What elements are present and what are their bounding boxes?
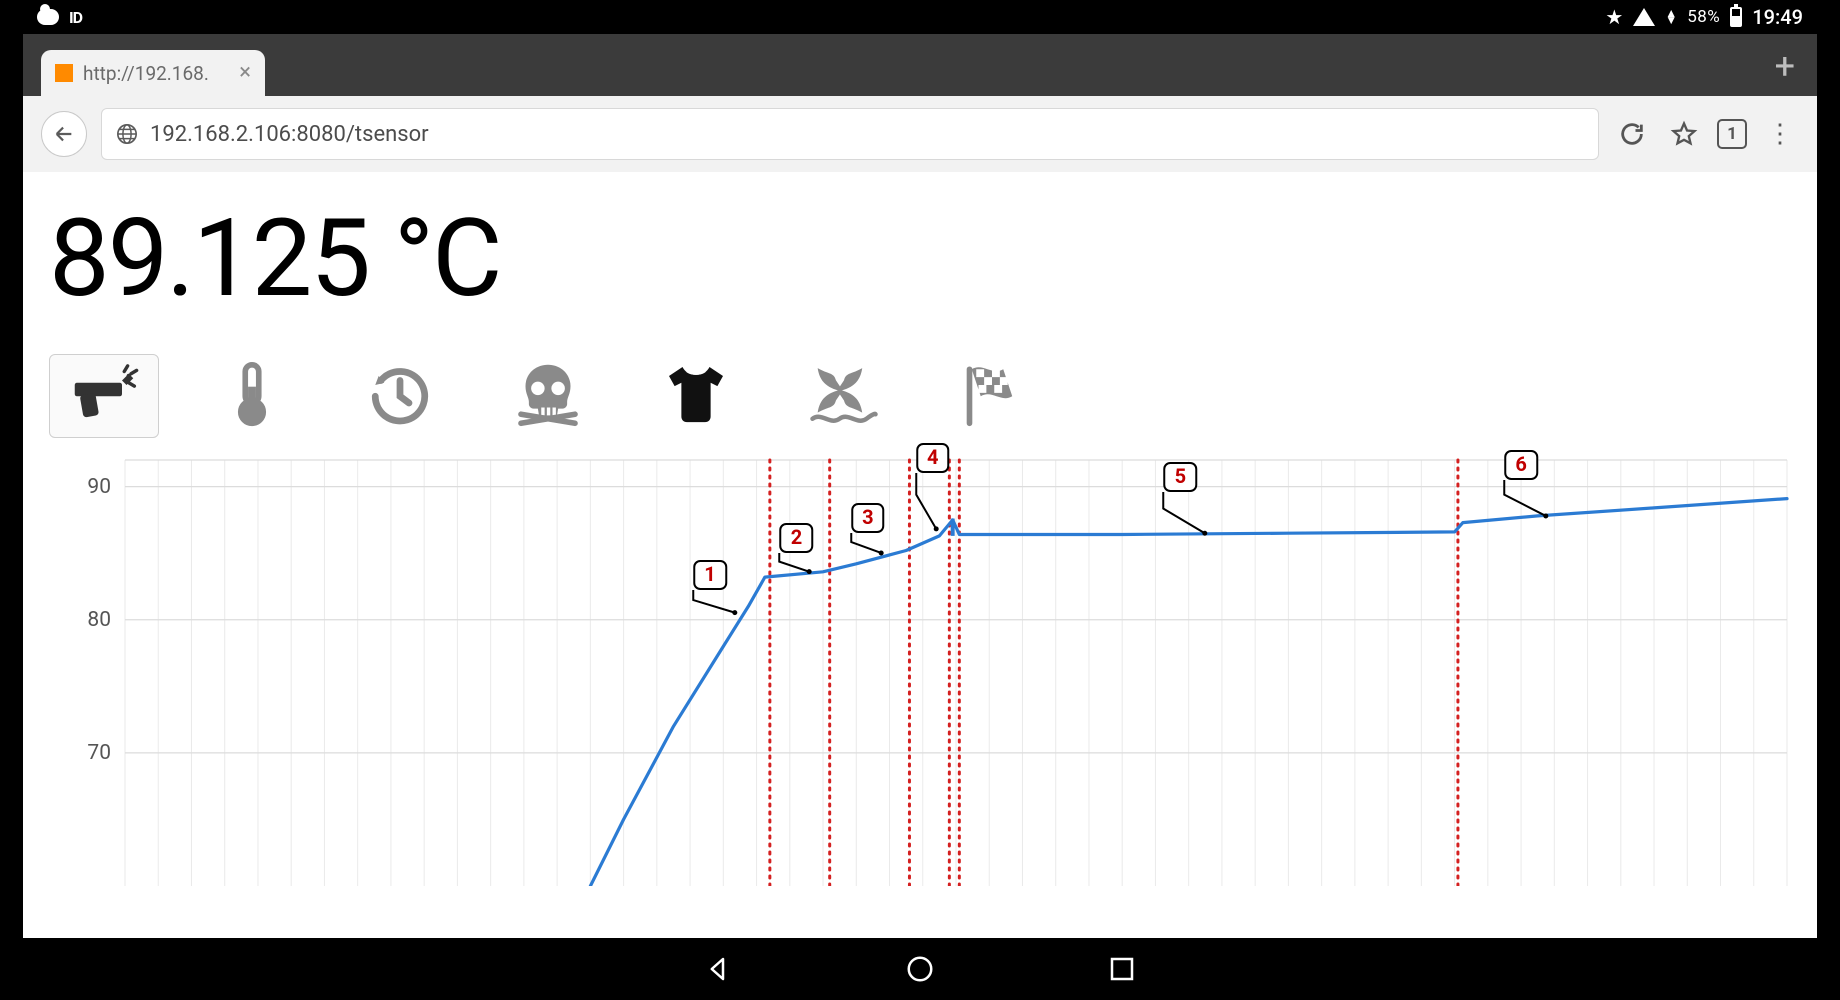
y-tick-label: 80 (71, 608, 111, 632)
new-tab-button[interactable]: + (1775, 48, 1795, 84)
address-bar[interactable]: 192.168.2.106:8080/tsensor (101, 108, 1599, 160)
annotation-leader (1500, 480, 1550, 522)
marker-button-tshirt[interactable] (641, 354, 751, 438)
annotation-bubble: 2 (780, 523, 813, 553)
tab-strip: http://192.168. × + (23, 34, 1817, 96)
globe-icon (116, 123, 138, 145)
chart-annotation: 4 (916, 443, 949, 473)
id-notification-icon: ID (69, 8, 82, 27)
marker-button-whale-tail[interactable] (789, 354, 899, 438)
nav-back-icon (703, 954, 733, 984)
device-frame: ID ▲▼ 58% 19:49 http://192.168. × + (23, 0, 1817, 1000)
marker-button-thermometer[interactable] (197, 354, 307, 438)
page-content: 89.125 °C 70 80 90 1 2 3 4 5 6 (23, 172, 1817, 938)
temperature-chart: 7080901 2 3 4 5 6 (71, 456, 1793, 886)
nav-recents-icon (1107, 954, 1137, 984)
tab-close-button[interactable]: × (239, 62, 251, 84)
nav-back-button[interactable] (702, 953, 734, 985)
annotation-leader (689, 590, 739, 619)
chart-annotation: 2 (780, 523, 813, 553)
annotation-leader (1160, 492, 1210, 539)
annotation-bubble: 1 (693, 560, 726, 590)
wifi-status-icon (1633, 8, 1655, 26)
browser-toolbar: 192.168.2.106:8080/tsensor 1 ⋮ (23, 96, 1817, 172)
annotation-bubble: 4 (916, 443, 949, 473)
tab-title: http://192.168. (83, 62, 209, 85)
annotation-bubble: 6 (1504, 450, 1537, 480)
marker-button-pistol[interactable] (49, 354, 159, 438)
temperature-reading: 89.125 °C (49, 196, 1797, 322)
chart-annotation: 6 (1504, 450, 1537, 480)
skull-icon (512, 358, 584, 434)
pistol-icon (68, 358, 140, 434)
android-status-bar: ID ▲▼ 58% 19:49 (23, 0, 1817, 34)
nav-home-icon (905, 954, 935, 984)
finish-flag-icon (956, 358, 1028, 434)
timer-icon (364, 358, 436, 434)
annotation-leader (776, 553, 814, 578)
marker-button-timer[interactable] (345, 354, 455, 438)
tabs-count-value: 1 (1727, 124, 1737, 144)
marker-button-row (49, 354, 1797, 438)
star-status-icon (1605, 5, 1623, 29)
whale-tail-icon (808, 358, 880, 434)
browser-menu-button[interactable]: ⋮ (1761, 115, 1799, 153)
chart-annotation: 3 (851, 503, 884, 533)
back-arrow-icon (53, 123, 75, 145)
y-tick-label: 90 (71, 475, 111, 499)
tshirt-icon (660, 358, 732, 434)
battery-icon (1730, 7, 1742, 27)
kebab-icon: ⋮ (1767, 119, 1793, 149)
reload-button[interactable] (1613, 115, 1651, 153)
nav-home-button[interactable] (904, 953, 936, 985)
battery-percent: 58% (1687, 7, 1720, 27)
bookmark-button[interactable] (1665, 115, 1703, 153)
marker-button-finish-flag[interactable] (937, 354, 1047, 438)
annotation-bubble: 3 (851, 503, 884, 533)
chart-annotation: 1 (693, 560, 726, 590)
clock: 19:49 (1752, 5, 1803, 29)
marker-button-skull[interactable] (493, 354, 603, 438)
annotation-leader (847, 533, 885, 559)
browser-chrome: http://192.168. × + 192.168.2.106:8080/t… (23, 34, 1817, 172)
cloud-notification-icon (37, 9, 59, 25)
star-outline-icon (1670, 120, 1698, 148)
reload-icon (1618, 120, 1646, 148)
annotation-leader (912, 473, 940, 535)
back-button[interactable] (41, 111, 87, 157)
tabs-count-button[interactable]: 1 (1717, 119, 1747, 149)
nav-recents-button[interactable] (1106, 953, 1138, 985)
url-text: 192.168.2.106:8080/tsensor (150, 122, 429, 147)
y-tick-label: 70 (71, 741, 111, 765)
favicon-icon (55, 64, 73, 82)
chart-annotation: 5 (1164, 462, 1197, 492)
browser-tab[interactable]: http://192.168. × (41, 50, 265, 96)
android-nav-bar (23, 938, 1817, 1000)
thermometer-icon (216, 358, 288, 434)
data-arrows-icon: ▲▼ (1665, 10, 1677, 24)
annotation-bubble: 5 (1164, 462, 1197, 492)
